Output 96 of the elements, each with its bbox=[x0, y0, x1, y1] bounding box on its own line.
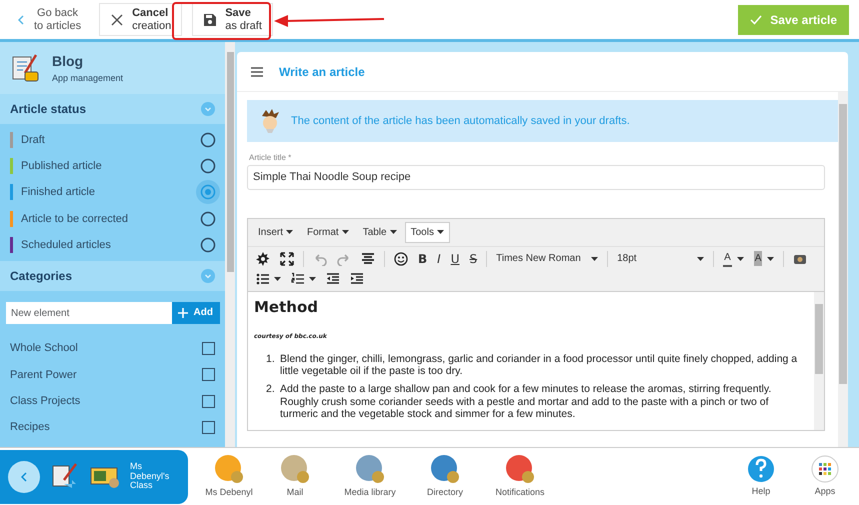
status-label: Published article bbox=[21, 158, 102, 174]
caret-icon bbox=[274, 276, 281, 280]
status-option[interactable]: Finished article bbox=[0, 179, 225, 206]
background-color-button[interactable]: A bbox=[750, 250, 778, 268]
app-launcher[interactable]: Help bbox=[733, 454, 789, 498]
category-label: Recipes bbox=[10, 420, 50, 436]
collapse-toggle[interactable] bbox=[201, 102, 215, 116]
status-label: Article to be corrected bbox=[21, 212, 128, 227]
menu-button[interactable]: Tools bbox=[404, 222, 450, 242]
status-option[interactable]: Published article bbox=[0, 153, 225, 180]
app-grid-icon bbox=[811, 454, 839, 483]
caret-icon bbox=[309, 276, 316, 280]
undo-icon bbox=[313, 252, 327, 266]
class-name: Ms Debenyl's Class bbox=[130, 462, 170, 492]
collapse-toggle[interactable] bbox=[201, 268, 215, 283]
caret-icon bbox=[697, 256, 704, 260]
smiley-icon bbox=[394, 252, 408, 266]
list-item: Add the paste to a large shallow pan and cook for a few minutes to release the aromas, stirring frequently. Roughly crush some coriander seeds with a pestle and mortar and add to the paste with a pinch or two of turmeric and the vegetable stock and simmer for a few minutes. bbox=[280, 383, 772, 421]
underline-button[interactable]: U bbox=[446, 250, 464, 268]
menu-button[interactable]: Insert bbox=[252, 222, 300, 242]
checkbox[interactable] bbox=[202, 421, 215, 434]
category-option[interactable]: Class Projects bbox=[0, 388, 225, 414]
blog-app-icon bbox=[10, 53, 40, 83]
italic-button[interactable]: I bbox=[433, 250, 445, 268]
cancel-button[interactable]: Cancel creation bbox=[99, 2, 182, 36]
fullscreen-icon bbox=[280, 252, 294, 266]
category-option[interactable]: Whole School bbox=[0, 335, 225, 362]
chevron-left-icon bbox=[21, 472, 27, 482]
list-number: 1. bbox=[266, 352, 276, 366]
align-justify-icon bbox=[361, 252, 375, 266]
font-size-select[interactable]: 18pt bbox=[613, 250, 708, 268]
redo-icon bbox=[337, 252, 351, 266]
cartoon-avatar-icon bbox=[259, 108, 281, 134]
list-number: 2. bbox=[266, 383, 276, 398]
section-title: Article status bbox=[10, 101, 86, 118]
checkbox[interactable] bbox=[202, 394, 215, 408]
app-title: Blog bbox=[52, 52, 84, 71]
status-label: Draft bbox=[21, 132, 45, 148]
article-title-field[interactable]: Simple Thai Noodle Soup recipe bbox=[247, 165, 825, 190]
close-icon bbox=[110, 12, 124, 26]
new-element-field[interactable]: New element bbox=[6, 302, 172, 324]
bold-button[interactable]: B bbox=[414, 250, 432, 268]
section-title: Categories bbox=[10, 268, 72, 285]
checkbox[interactable] bbox=[202, 368, 215, 382]
numbered-list-icon bbox=[291, 272, 305, 286]
back-button[interactable]: Go back to articles bbox=[10, 6, 90, 32]
app-launcher[interactable]: Media library bbox=[328, 454, 412, 500]
app-launcher[interactable]: Directory bbox=[412, 454, 478, 500]
app-launcher[interactable]: Ms Debenyl bbox=[196, 454, 262, 500]
field-label: Article title * bbox=[249, 152, 292, 164]
category-label: Class Projects bbox=[10, 394, 80, 409]
notice-text: The content of the article has been automatically saved in your drafts. bbox=[291, 114, 630, 129]
app-launcher[interactable]: Apps bbox=[797, 454, 853, 498]
back-button[interactable] bbox=[8, 460, 40, 492]
settings-icon bbox=[256, 252, 270, 266]
status-label: Scheduled articles bbox=[21, 238, 111, 253]
strikethrough-button[interactable]: S bbox=[466, 250, 482, 268]
chevron-left-icon bbox=[18, 14, 24, 24]
card-title: Write an article bbox=[279, 64, 365, 80]
category-option[interactable]: Parent Power bbox=[0, 362, 225, 388]
outdent-icon bbox=[326, 272, 340, 286]
app-launcher[interactable]: Mail bbox=[262, 454, 328, 500]
status-option[interactable]: Article to be corrected bbox=[0, 206, 225, 232]
scrollbar[interactable] bbox=[838, 92, 848, 447]
caret-icon bbox=[436, 230, 444, 234]
checkbox[interactable] bbox=[202, 342, 215, 356]
menu-button[interactable]: Format bbox=[301, 222, 355, 242]
menu-icon[interactable] bbox=[251, 66, 263, 76]
caret-icon bbox=[767, 256, 774, 260]
caret-icon bbox=[342, 230, 349, 234]
caret-icon bbox=[591, 256, 598, 260]
radio-button[interactable] bbox=[196, 180, 220, 204]
caret-icon bbox=[736, 256, 744, 260]
caret-icon bbox=[286, 230, 294, 234]
category-label: Whole School bbox=[10, 341, 78, 356]
status-option[interactable]: Scheduled articles bbox=[0, 232, 225, 258]
text-color-button[interactable]: A bbox=[719, 250, 748, 268]
add-button[interactable]: Add bbox=[172, 302, 220, 324]
status-label: Finished article bbox=[21, 185, 95, 200]
status-option[interactable]: Draft bbox=[0, 126, 225, 154]
scrollbar[interactable] bbox=[814, 292, 824, 430]
category-label: Parent Power bbox=[10, 368, 77, 383]
list-item: Blend the ginger, chilli, lemongrass, garlic and coriander in a food processor until quite finely chopped, adding a little vegetable oil if the paste is too dry. bbox=[280, 352, 798, 378]
category-option[interactable]: Recipes bbox=[0, 414, 225, 441]
check-icon bbox=[750, 14, 762, 24]
bulleted-list-icon bbox=[256, 272, 270, 286]
app-subtitle: App management bbox=[52, 72, 124, 85]
app-launcher[interactable]: Notifications bbox=[478, 454, 562, 500]
caret-icon bbox=[390, 230, 397, 234]
font-family-select[interactable]: Times New Roman bbox=[492, 250, 602, 268]
content-heading: Method bbox=[254, 298, 319, 316]
plus-icon bbox=[178, 308, 188, 318]
menu-button[interactable]: Table bbox=[356, 222, 403, 242]
indent-icon bbox=[350, 272, 364, 286]
help-icon bbox=[747, 454, 775, 483]
save-draft-button[interactable]: Save as draft bbox=[192, 2, 273, 36]
